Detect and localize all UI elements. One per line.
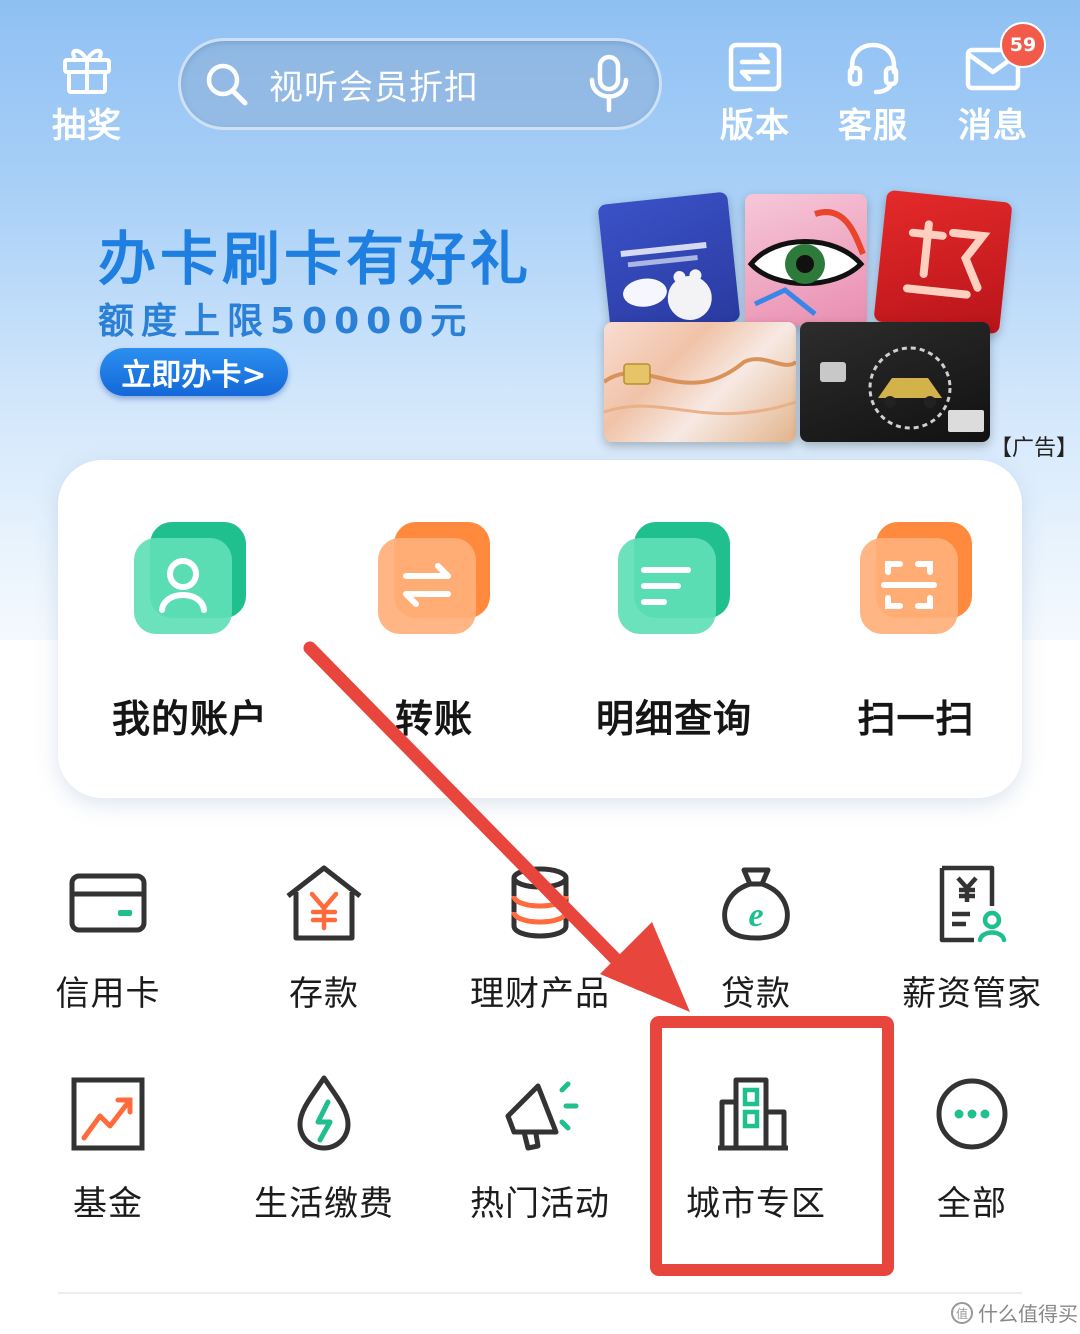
service-label: 存款 bbox=[289, 974, 359, 1014]
card-image-black bbox=[800, 322, 990, 442]
gift-icon bbox=[63, 48, 111, 94]
card-image-marble bbox=[604, 322, 796, 442]
wealth-icon bbox=[511, 866, 569, 939]
service-city-zone[interactable]: 城市专区 bbox=[656, 1072, 856, 1225]
loan-icon: e bbox=[722, 867, 790, 941]
service-deposit[interactable]: 存款 bbox=[224, 862, 424, 1015]
headset-icon bbox=[847, 42, 899, 95]
service-label: 城市专区 bbox=[686, 1184, 826, 1224]
card-image-blue bbox=[597, 191, 741, 335]
service-label: 热门活动 bbox=[470, 1184, 610, 1224]
service-wealth-products[interactable]: 理财产品 bbox=[440, 862, 640, 1015]
lottery-label: 抽奖 bbox=[52, 106, 122, 146]
service-loan[interactable]: e 贷款 bbox=[656, 862, 856, 1015]
customer-service-button[interactable]: 客服 bbox=[838, 40, 908, 147]
service-label: 生活缴费 bbox=[254, 1184, 394, 1224]
service-label: 信用卡 bbox=[55, 974, 161, 1014]
version-button[interactable]: 版本 bbox=[720, 40, 790, 147]
user-icon bbox=[134, 522, 246, 634]
card-image-red bbox=[873, 189, 1013, 335]
version-icon bbox=[728, 42, 782, 92]
service-label: 全部 bbox=[937, 1184, 1007, 1224]
svg-text:值: 值 bbox=[956, 1306, 968, 1321]
transfer-icon bbox=[378, 522, 490, 634]
deposit-icon bbox=[286, 865, 362, 941]
more-icon bbox=[936, 1078, 1008, 1150]
service-label: 基金 bbox=[73, 1184, 143, 1224]
search-bar[interactable]: 视听会员折扣 bbox=[178, 38, 662, 130]
quick-action-statement[interactable]: 明细查询 bbox=[574, 518, 774, 743]
service-label: 理财产品 bbox=[470, 974, 610, 1014]
customer-service-label: 客服 bbox=[838, 106, 908, 146]
divider bbox=[58, 1292, 1022, 1294]
salary-icon bbox=[939, 865, 1007, 943]
service-hot-activities[interactable]: 热门活动 bbox=[440, 1072, 640, 1225]
utility-icon bbox=[297, 1075, 351, 1151]
ad-tag: 【广告】 bbox=[990, 436, 1079, 461]
card-image-eye bbox=[745, 194, 867, 326]
search-placeholder: 视听会员折扣 bbox=[269, 67, 479, 108]
service-salary-manager[interactable]: 薪资管家 bbox=[872, 862, 1072, 1015]
quick-action-label: 转账 bbox=[394, 697, 473, 741]
city-icon bbox=[718, 1077, 788, 1151]
microphone-icon[interactable] bbox=[587, 54, 631, 114]
megaphone-icon bbox=[505, 1081, 579, 1151]
service-fund[interactable]: 基金 bbox=[8, 1072, 208, 1225]
lottery-button[interactable]: 抽奖 bbox=[52, 40, 122, 147]
banner-subtitle: 额度上限50000元 bbox=[98, 301, 474, 342]
watermark: 值 什么值得买 bbox=[950, 1298, 1078, 1327]
fund-icon bbox=[71, 1077, 145, 1151]
apply-card-button[interactable]: 立即办卡> bbox=[100, 348, 288, 396]
quick-action-label: 我的账户 bbox=[111, 697, 268, 741]
message-count-badge: 59 bbox=[1000, 22, 1046, 68]
service-label: 贷款 bbox=[721, 974, 791, 1014]
messages-label: 消息 bbox=[958, 106, 1028, 146]
service-label: 薪资管家 bbox=[902, 974, 1042, 1014]
service-credit-card[interactable]: 信用卡 bbox=[8, 862, 208, 1015]
service-all[interactable]: 全部 bbox=[872, 1072, 1072, 1225]
quick-action-scan[interactable]: 扫一扫 bbox=[816, 518, 1016, 743]
watermark-text: 什么值得买 bbox=[978, 1302, 1078, 1326]
list-icon bbox=[618, 522, 730, 634]
quick-action-label: 明细查询 bbox=[595, 697, 752, 741]
quick-action-label: 扫一扫 bbox=[857, 697, 975, 741]
version-label: 版本 bbox=[720, 106, 790, 146]
credit-card-icon bbox=[69, 873, 147, 933]
watermark-logo-icon: 值 bbox=[951, 1301, 973, 1324]
quick-action-transfer[interactable]: 转账 bbox=[334, 518, 534, 743]
svg-text:e: e bbox=[748, 897, 763, 934]
search-icon bbox=[206, 63, 248, 106]
scan-icon bbox=[860, 522, 972, 634]
service-utilities[interactable]: 生活缴费 bbox=[224, 1072, 424, 1225]
quick-action-my-account[interactable]: 我的账户 bbox=[90, 518, 290, 743]
banner-title: 办卡刷卡有好礼 bbox=[98, 225, 533, 293]
